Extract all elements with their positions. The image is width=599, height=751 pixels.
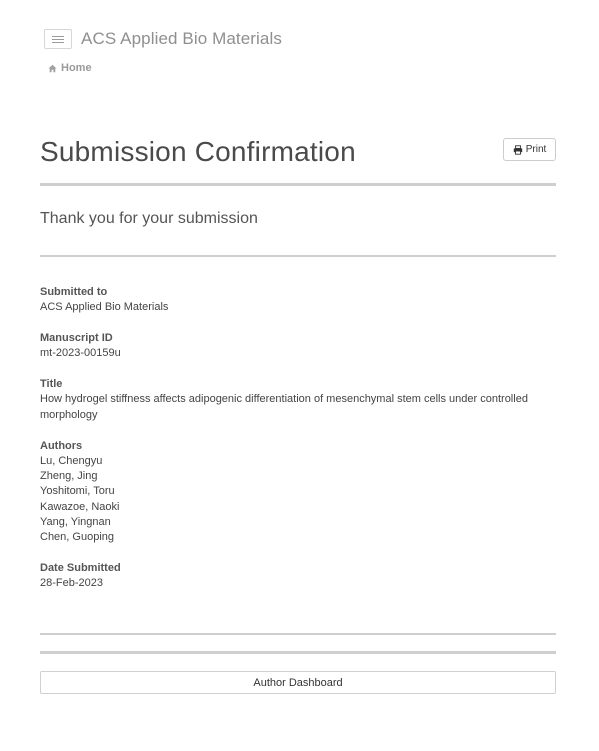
submission-details: Submitted to ACS Applied Bio Materials M… xyxy=(40,285,530,607)
manuscript-id-field: Manuscript ID mt-2023-00159u xyxy=(40,331,530,362)
title-divider xyxy=(40,183,556,186)
submitted-to-label: Submitted to xyxy=(40,286,108,298)
submitted-to-field: Submitted to ACS Applied Bio Materials xyxy=(40,285,530,316)
submitted-to-value: ACS Applied Bio Materials xyxy=(40,301,169,314)
print-icon xyxy=(513,144,522,155)
hamburger-menu-icon-bar xyxy=(52,38,64,40)
breadcrumb: Home xyxy=(48,62,92,74)
footer-divider-top xyxy=(40,633,556,635)
authors-field: Authors Lu, Chengyu Zheng, Jing Yoshitom… xyxy=(40,439,530,546)
footer-divider-bottom xyxy=(40,651,556,654)
manuscript-id-label: Manuscript ID xyxy=(40,332,113,345)
date-submitted-value: 28-Feb-2023 xyxy=(40,577,103,590)
hamburger-menu-icon xyxy=(52,35,64,37)
author-item: Yoshitomi, Toru xyxy=(40,485,115,498)
hamburger-menu-icon-bar xyxy=(52,41,64,43)
author-item: Yang, Yingnan xyxy=(40,516,111,529)
manuscript-title-label: Title xyxy=(40,378,63,391)
breadcrumb-home-link[interactable]: Home xyxy=(61,62,92,74)
page-title: Submission Confirmation xyxy=(40,136,356,167)
author-item: Chen, Guoping xyxy=(40,531,114,544)
home-icon xyxy=(48,64,57,72)
author-item: Kawazoe, Naoki xyxy=(40,500,120,513)
app-title[interactable]: ACS Applied Bio Materials xyxy=(81,29,282,49)
manuscript-id-value: mt-2023-00159u xyxy=(40,347,121,360)
authors-label: Authors xyxy=(40,439,83,452)
date-submitted-field: Date Submitted 28-Feb-2023 xyxy=(40,561,530,592)
authors-list: Lu, Chengyu Zheng, Jing Yoshitomi, Toru … xyxy=(40,454,530,546)
manuscript-title-value: How hydrogel stiffness affects adipogeni… xyxy=(40,393,528,421)
author-item: Zheng, Jing xyxy=(40,470,98,483)
top-bar: ACS Applied Bio Materials xyxy=(44,28,282,50)
thank-you-message: Thank you for your submission xyxy=(40,210,258,227)
hamburger-menu-button[interactable] xyxy=(44,29,72,49)
print-button[interactable]: Print xyxy=(503,138,556,161)
title-field: Title How hydrogel stiffness affects adi… xyxy=(40,377,530,423)
author-item: Lu, Chengyu xyxy=(40,454,103,467)
print-button-label: Print xyxy=(525,144,547,155)
author-dashboard-button[interactable]: Author Dashboard xyxy=(40,671,556,694)
date-submitted-label: Date Submitted xyxy=(40,562,121,575)
section-divider xyxy=(40,255,556,257)
